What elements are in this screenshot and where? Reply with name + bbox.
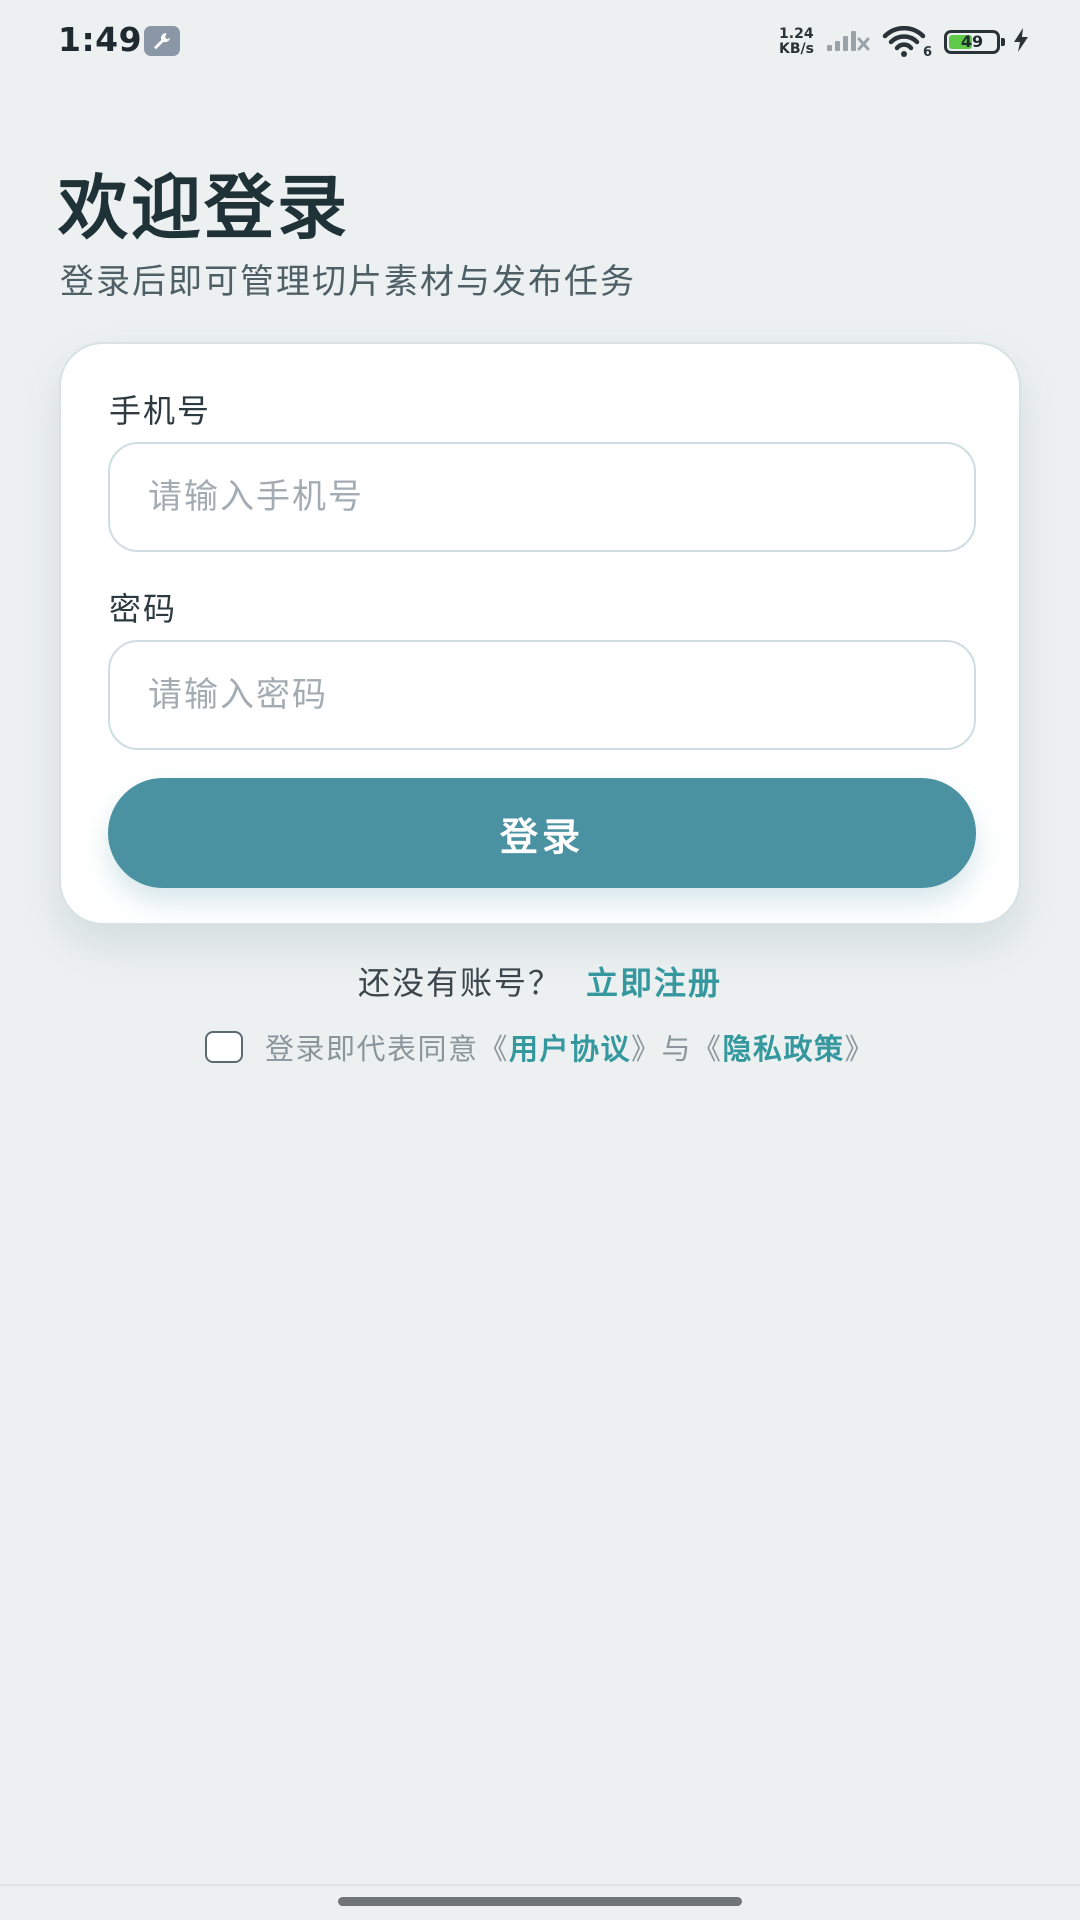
status-bar: 1:49 1.24 KB/s 6 49: [0, 0, 1080, 84]
agreement-row: 登录即代表同意《 用户协议 》与《 隐私政策》: [0, 1026, 1080, 1068]
page-title: 欢迎登录: [58, 167, 350, 249]
user-agreement-link[interactable]: 用户协议: [509, 1026, 631, 1068]
signal-off-icon: [826, 27, 870, 57]
phone-input[interactable]: [108, 442, 976, 552]
bottom-divider: [0, 1884, 1080, 1886]
page-subtitle: 登录后即可管理切片素材与发布任务: [60, 262, 636, 302]
network-speed-unit: KB/s: [779, 41, 814, 57]
wifi-version-label: 6: [922, 45, 932, 60]
battery-nub: [1001, 38, 1005, 46]
battery-icon: 49: [944, 30, 1005, 54]
register-prompt: 还没有账号？: [357, 964, 562, 1002]
register-row: 还没有账号？ 立即注册: [0, 958, 1080, 1004]
login-card: 手机号 密码 登录: [59, 342, 1021, 925]
home-indicator[interactable]: [338, 1897, 742, 1906]
network-speed: 1.24 KB/s: [779, 27, 814, 57]
network-speed-value: 1.24: [779, 26, 814, 42]
status-time: 1:49: [58, 20, 143, 59]
agreement-checkbox[interactable]: [204, 1031, 243, 1063]
wifi-icon: 6: [882, 25, 932, 60]
login-button[interactable]: 登录: [108, 778, 976, 888]
password-input[interactable]: [108, 640, 976, 750]
agreement-middle: 》与《: [630, 1032, 723, 1066]
charging-bolt-icon: [1012, 27, 1030, 57]
agreement-prefix: 登录即代表同意《: [264, 1032, 509, 1066]
privacy-policy-link[interactable]: 隐私政策: [723, 1026, 845, 1068]
phone-label: 手机号: [109, 392, 212, 430]
status-indicators: 1.24 KB/s 6 49: [779, 24, 1030, 60]
battery-level: 49: [960, 32, 984, 51]
agreement-suffix: 》: [844, 1032, 876, 1066]
wrench-icon: [144, 26, 180, 56]
register-link[interactable]: 立即注册: [586, 964, 722, 1002]
password-label: 密码: [109, 590, 178, 628]
